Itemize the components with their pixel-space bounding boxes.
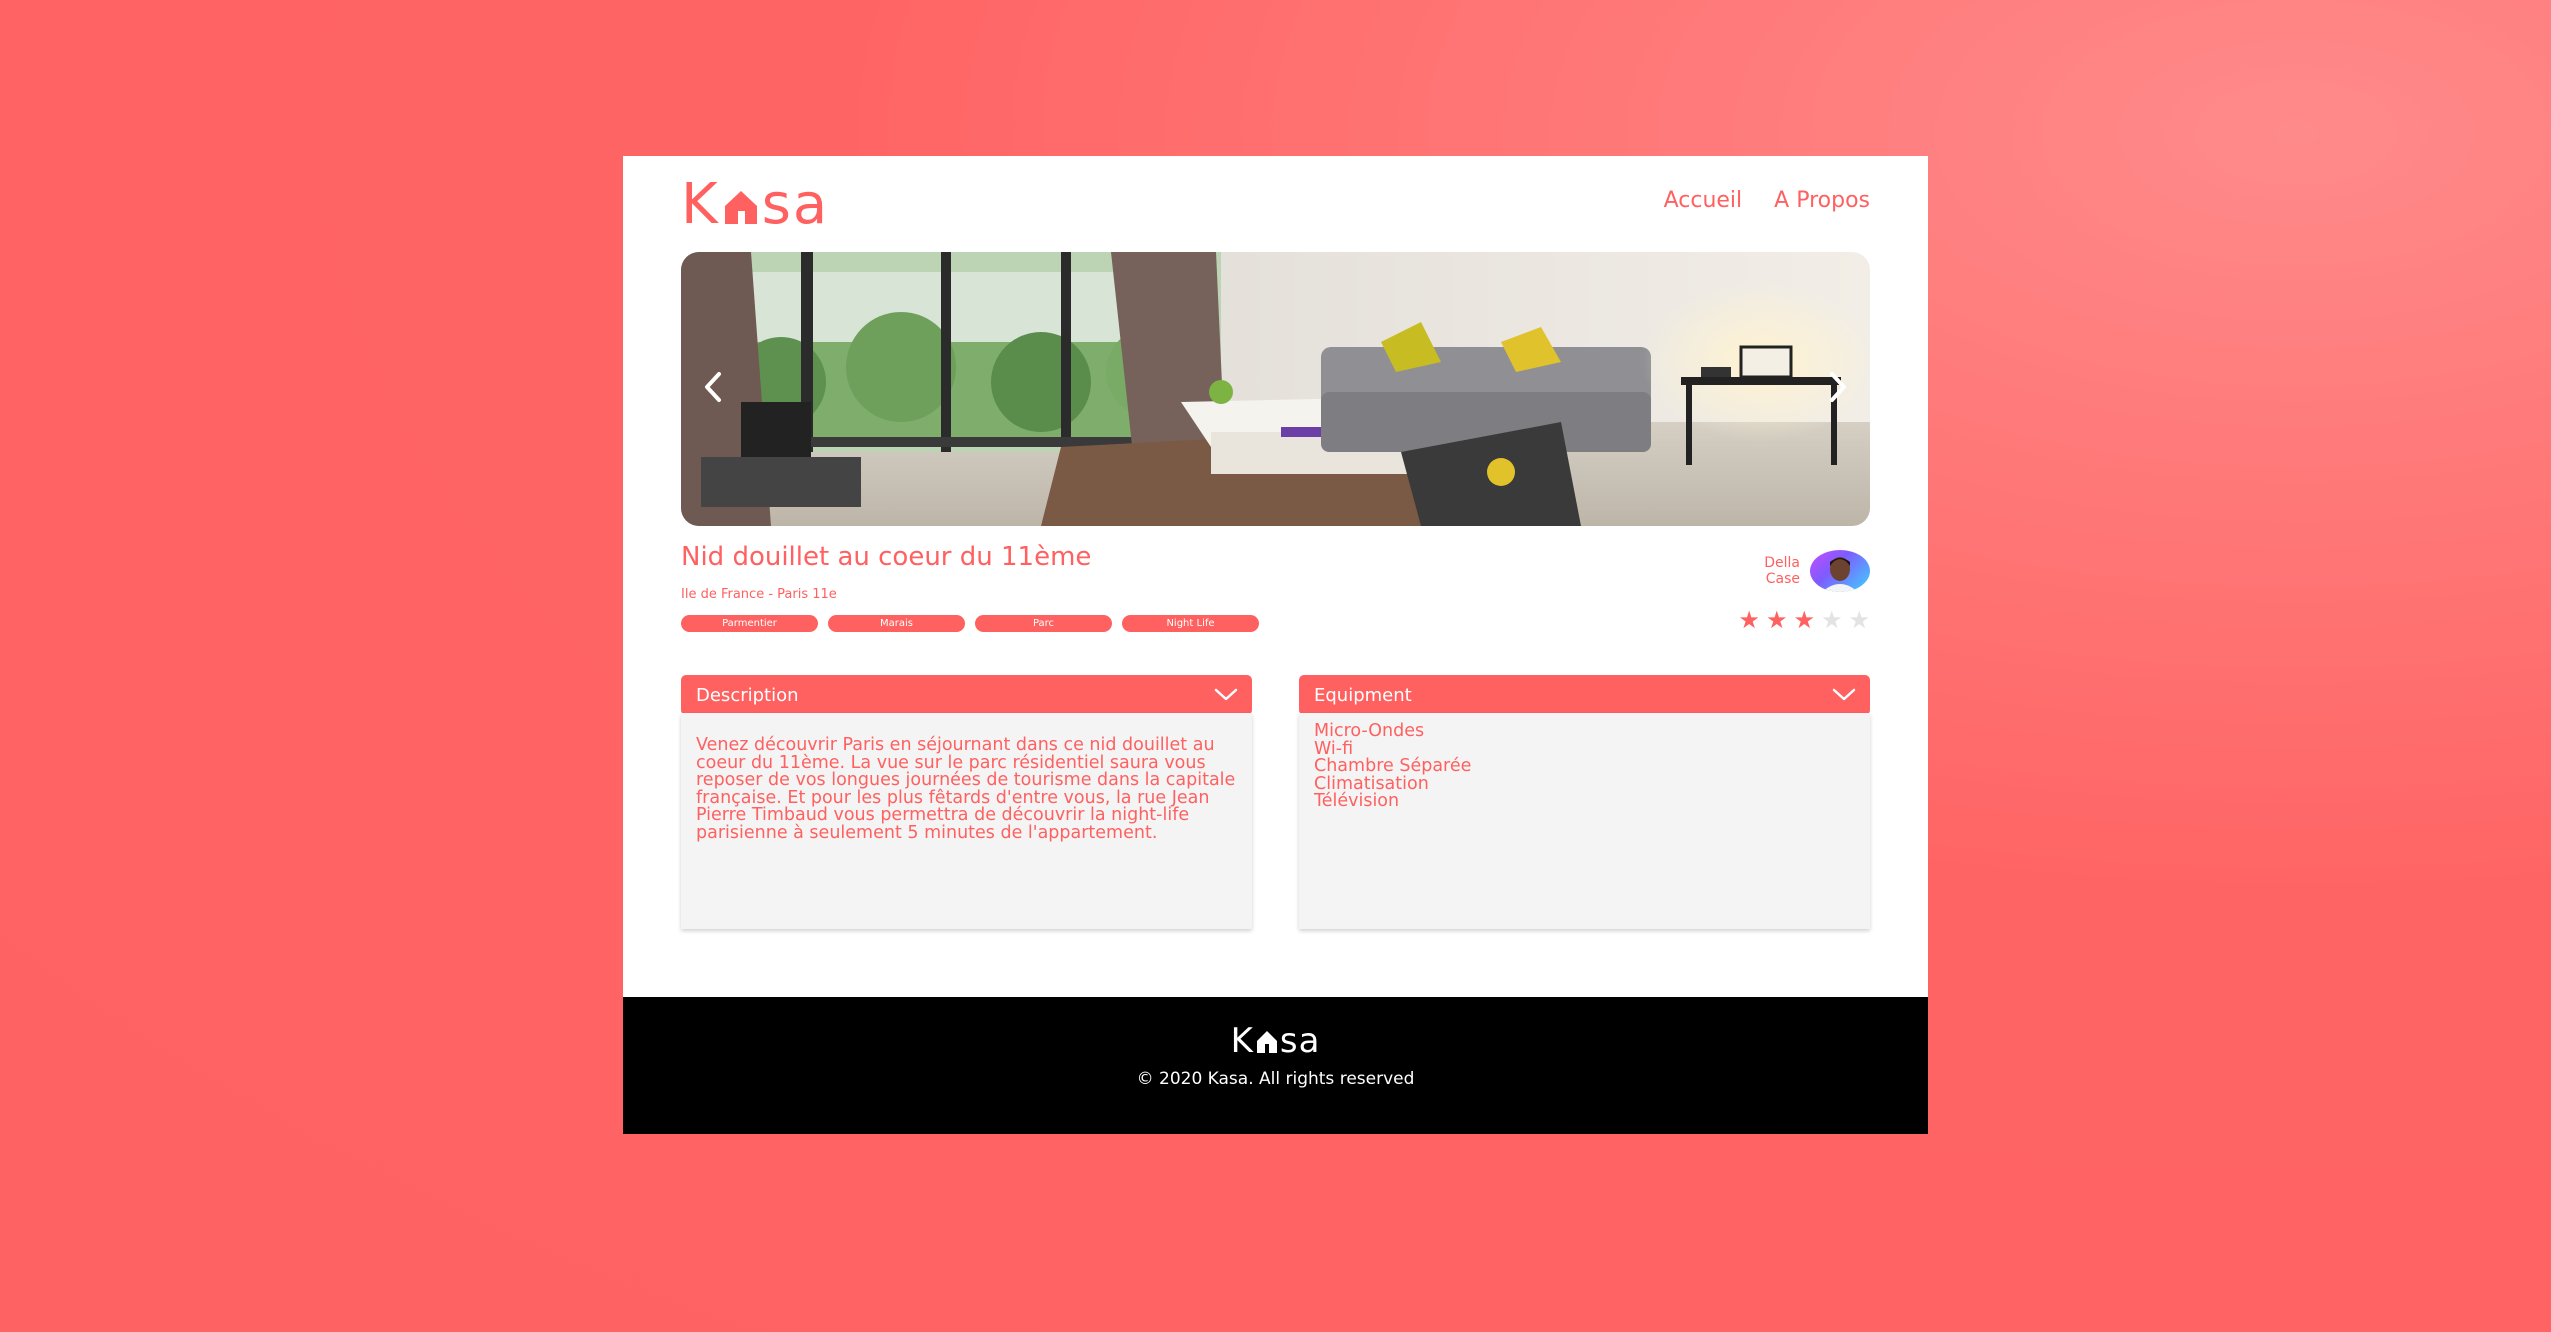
equipment-header: Equipment — [1314, 684, 1412, 706]
tag: Parc — [975, 615, 1112, 632]
nav-link-a-propos[interactable]: A Propos — [1774, 188, 1870, 213]
host-portrait-icon — [1822, 557, 1858, 592]
star-icon: ★ — [1793, 606, 1815, 634]
description-text: Venez découvrir Paris en séjournant dans… — [681, 713, 1252, 929]
chevron-down-icon — [1832, 688, 1856, 701]
listing-title: Nid douillet au coeur du 11ème — [681, 542, 1092, 572]
main-nav: Accueil A Propos — [1664, 188, 1870, 213]
description-collapse: Description Venez découvrir Paris en séj… — [681, 675, 1252, 929]
logo-letters-sa: sa — [761, 172, 830, 237]
house-icon — [1256, 1031, 1277, 1053]
rating-stars: ★ ★ ★ ★ ★ — [1738, 608, 1870, 632]
listing-location: Ile de France - Paris 11e — [681, 587, 837, 602]
host-info: Della Case — [1740, 550, 1870, 592]
equipment-list: Micro-Ondes Wi-fi Chambre Séparée Climat… — [1299, 713, 1870, 929]
tag-list: Parmentier Marais Parc Night Life — [681, 615, 1259, 632]
tag: Marais — [828, 615, 965, 632]
star-icon: ★ — [1738, 606, 1760, 634]
apartment-photo — [681, 252, 1870, 526]
app-frame: K sa Accueil A Propos Nid douillet au co… — [623, 156, 1928, 1134]
avatar — [1810, 550, 1870, 592]
host-last-name: Case — [1765, 571, 1800, 587]
nav-link-accueil[interactable]: Accueil — [1664, 188, 1743, 213]
description-toggle[interactable]: Description — [681, 675, 1252, 715]
footer: K sa © 2020 Kasa. All rights reserved — [623, 997, 1928, 1134]
equipment-item: Chambre Séparée — [1314, 756, 1472, 776]
description-header: Description — [696, 684, 799, 706]
star-icon: ★ — [1820, 606, 1843, 634]
equipment-item: Micro-Ondes — [1314, 721, 1425, 741]
equipment-toggle[interactable]: Equipment — [1299, 675, 1870, 715]
star-icon: ★ — [1765, 606, 1788, 634]
host-first-name: Della — [1764, 555, 1800, 571]
photo-carousel — [681, 252, 1870, 526]
house-icon — [724, 191, 757, 224]
copyright-text: © 2020 Kasa. All rights reserved — [1136, 1069, 1415, 1089]
logo-letter-k: K — [681, 172, 720, 237]
footer-logo-letter-k: K — [1230, 1021, 1254, 1061]
tag: Parmentier — [681, 615, 818, 632]
equipment-collapse: Equipment Micro-Ondes Wi-fi Chambre Sépa… — [1299, 675, 1870, 929]
chevron-right-icon[interactable] — [1812, 362, 1862, 412]
footer-logo-letters-sa: sa — [1279, 1021, 1321, 1061]
chevron-left-icon[interactable] — [689, 362, 739, 412]
kasa-logo[interactable]: K sa — [681, 172, 830, 237]
host-name: Della Case — [1740, 555, 1800, 587]
equipment-item: Télévision — [1314, 791, 1400, 811]
chevron-down-icon — [1214, 688, 1238, 701]
tag: Night Life — [1122, 615, 1259, 632]
footer-logo: K sa — [623, 1021, 1928, 1061]
star-icon: ★ — [1848, 606, 1870, 634]
